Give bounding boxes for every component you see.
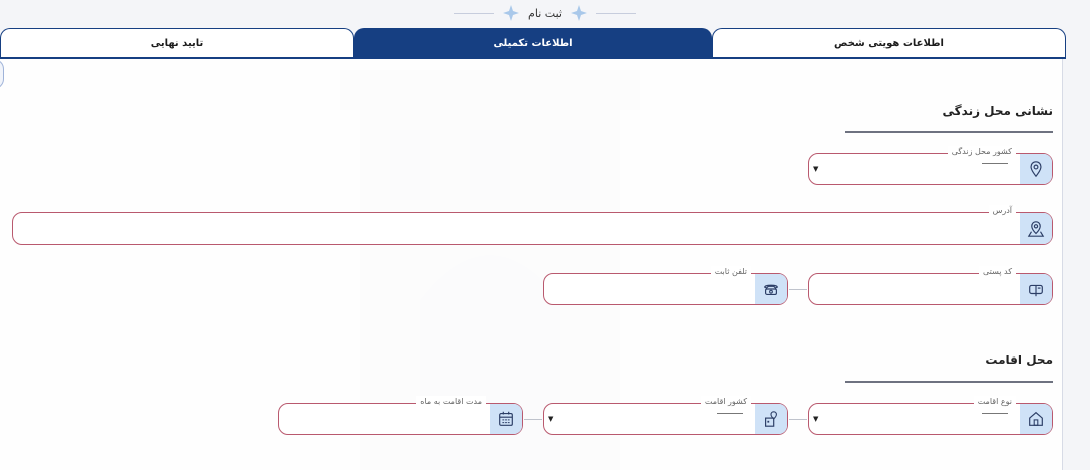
calendar-icon bbox=[490, 404, 522, 434]
field-label: کد پستی bbox=[979, 266, 1016, 278]
tab-identity-info[interactable]: اطلاعات هویتی شخص bbox=[712, 28, 1066, 58]
section-divider bbox=[845, 381, 1053, 383]
tab-final-confirmation[interactable]: تایید نهایی bbox=[0, 28, 354, 58]
landline-phone-input[interactable]: تلفن ثابت bbox=[543, 266, 788, 305]
telephone-icon bbox=[755, 274, 787, 304]
residence-type-select[interactable]: نوع اقامت ▼ bbox=[808, 396, 1053, 435]
field-label: آدرس bbox=[988, 205, 1016, 217]
placeholder-dash bbox=[717, 413, 743, 414]
field-label: مدت اقامت به ماه bbox=[416, 396, 486, 408]
section-title-residence: محل اقامت bbox=[985, 353, 1053, 367]
field-connector bbox=[789, 419, 807, 420]
dropdown-caret-icon: ▼ bbox=[548, 415, 554, 423]
residence-duration-input[interactable]: مدت اقامت به ماه bbox=[278, 396, 523, 435]
tab-label: اطلاعات تکمیلی bbox=[493, 38, 573, 49]
placeholder-dash bbox=[982, 163, 1008, 164]
divider-line bbox=[454, 12, 495, 14]
section-title-living-address: نشانی محل زندگی bbox=[942, 104, 1053, 118]
field-connector bbox=[524, 419, 542, 420]
sparkle-icon bbox=[503, 5, 520, 21]
tab-label: تایید نهایی bbox=[150, 38, 204, 49]
address-input[interactable]: آدرس bbox=[12, 205, 1053, 245]
tab-label: اطلاعات هویتی شخص bbox=[834, 38, 944, 49]
postal-code-input[interactable]: کد پستی bbox=[808, 266, 1053, 305]
residence-country-select[interactable]: کشور اقامت ▼ bbox=[543, 396, 788, 435]
map-pin-icon bbox=[1020, 154, 1052, 184]
field-label: تلفن ثابت bbox=[710, 266, 751, 278]
map-location-icon bbox=[1020, 213, 1052, 244]
dropdown-caret-icon: ▼ bbox=[813, 165, 819, 173]
field-connector bbox=[789, 289, 807, 290]
field-label: نوع اقامت bbox=[973, 396, 1016, 408]
building-pin-icon bbox=[755, 404, 787, 434]
section-divider bbox=[845, 131, 1053, 133]
sparkle-icon bbox=[570, 5, 587, 21]
country-select[interactable]: کشور محل زندگی ▼ bbox=[808, 146, 1053, 185]
step-tabs: تایید نهایی اطلاعات تکمیلی اطلاعات هویتی… bbox=[0, 28, 1066, 58]
field-label: کشور محل زندگی bbox=[947, 146, 1016, 158]
home-icon bbox=[1020, 404, 1052, 434]
mailbox-icon bbox=[1020, 274, 1052, 304]
divider-line bbox=[595, 12, 636, 14]
tab-additional-info[interactable]: اطلاعات تکمیلی bbox=[354, 28, 712, 58]
page-title: ثبت نام bbox=[528, 6, 562, 20]
placeholder-dash bbox=[982, 413, 1008, 414]
registration-header: ثبت نام bbox=[0, 2, 1090, 24]
field-label: کشور اقامت bbox=[700, 396, 751, 408]
dropdown-caret-icon: ▼ bbox=[813, 415, 819, 423]
